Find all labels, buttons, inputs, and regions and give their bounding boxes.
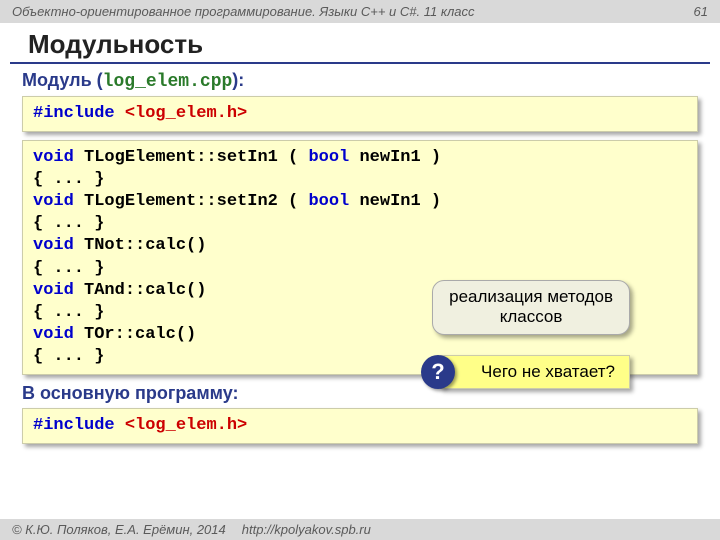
header-bar: Объектно-ориентированное программировани… (0, 0, 720, 23)
page-number: 61 (694, 4, 708, 19)
code-text: TLogElement::setIn2 ( (74, 192, 309, 211)
include-keyword: #include (33, 104, 115, 123)
code-text: { ... } (33, 347, 104, 366)
callout-implementation: реализация методов классов (432, 280, 630, 335)
footer-bar: © К.Ю. Поляков, Е.А. Ерёмин, 2014 http:/… (0, 519, 720, 540)
module-label-suffix: ): (232, 70, 244, 90)
callout-question: ? Чего не хватает? (440, 355, 630, 389)
footer-url: http://kpolyakov.spb.ru (242, 522, 371, 537)
code-text: { ... } (33, 214, 104, 233)
include-space (115, 416, 125, 435)
callout-line2: классов (449, 307, 613, 327)
question-mark-icon: ? (421, 355, 455, 389)
page-title: Модульность (10, 23, 710, 64)
kw-void: void (33, 236, 74, 255)
include-value: <log_elem.h> (125, 416, 247, 435)
include-space (115, 104, 125, 123)
code-text: { ... } (33, 170, 104, 189)
kw-void: void (33, 325, 74, 344)
code-text: TOr::calc() (74, 325, 196, 344)
code-text: TLogElement::setIn1 ( (74, 148, 309, 167)
code-text: TAnd::calc() (74, 281, 207, 300)
kw-bool: bool (308, 192, 349, 211)
module-label: Модуль (log_elem.cpp): (22, 70, 698, 92)
code-text: { ... } (33, 259, 104, 278)
kw-bool: bool (308, 148, 349, 167)
code-text: { ... } (33, 303, 104, 322)
include-keyword: #include (33, 416, 115, 435)
module-label-prefix: Модуль ( (22, 70, 103, 90)
module-filename: log_elem.cpp (103, 72, 233, 92)
kw-void: void (33, 281, 74, 300)
kw-void: void (33, 148, 74, 167)
code-text: TNot::calc() (74, 236, 207, 255)
include-box-1: #include <log_elem.h> (22, 96, 698, 132)
footer-copyright: © К.Ю. Поляков, Е.А. Ерёмин, 2014 (12, 522, 226, 537)
code-text: newIn1 ) (349, 148, 441, 167)
code-text: newIn1 ) (349, 192, 441, 211)
course-title: Объектно-ориентированное программировани… (12, 4, 475, 19)
kw-void: void (33, 192, 74, 211)
callout-question-text: Чего не хватает? (481, 362, 615, 381)
include-box-2: #include <log_elem.h> (22, 408, 698, 444)
callout-line1: реализация методов (449, 287, 613, 307)
include-value: <log_elem.h> (125, 104, 247, 123)
code-box: void TLogElement::setIn1 ( bool newIn1 )… (22, 140, 698, 375)
